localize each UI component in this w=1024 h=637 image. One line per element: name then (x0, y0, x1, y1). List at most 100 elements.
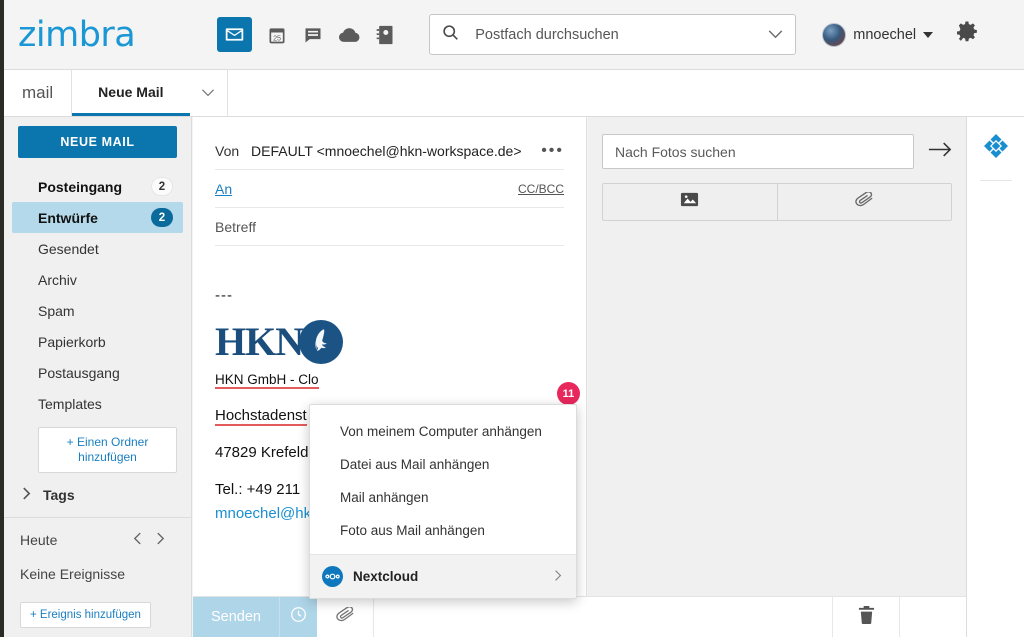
nextcloud-label: Nextcloud (353, 569, 419, 584)
nextcloud-icon (322, 566, 343, 587)
tags-section-toggle[interactable]: Tags (22, 487, 191, 503)
svg-text:25: 25 (273, 34, 281, 42)
folder-label: Postausgang (38, 364, 120, 381)
sidebar: NEUE MAIL Posteingang 2 Entwürfe 2 Gesen… (4, 117, 192, 637)
new-mail-button[interactable]: NEUE MAIL (18, 126, 177, 158)
top-header: zimbra 25 Postfach durchsuchen mnoechel (4, 0, 1024, 70)
sidebar-item-spam[interactable]: Spam (12, 295, 183, 326)
calendar-nav (133, 532, 165, 548)
trash-icon (858, 605, 875, 629)
photo-search-row (602, 134, 952, 169)
cloud-icon[interactable] (338, 24, 360, 46)
search-box[interactable] (429, 14, 797, 55)
sidebar-item-entwuerfe[interactable]: Entwürfe 2 (12, 202, 183, 233)
folder-label: Spam (38, 302, 75, 319)
folder-label: Posteingang (38, 178, 123, 195)
photo-search-box[interactable] (602, 134, 914, 169)
mail-icon[interactable] (217, 17, 253, 52)
attachment-count-badge: 11 (557, 382, 580, 405)
toolbar-end (900, 597, 966, 637)
chevron-down-icon[interactable] (923, 31, 934, 38)
user-name: mnoechel (853, 26, 917, 43)
hkn-bird-emblem-icon (299, 319, 344, 364)
subject-field[interactable]: Betreff (215, 208, 564, 246)
chevron-right-icon[interactable] (156, 532, 165, 548)
menu-item-attach-from-computer[interactable]: Von meinem Computer anhängen (310, 415, 576, 448)
user-menu[interactable]: mnoechel (822, 22, 934, 47)
tab-strip: mail Neue Mail (4, 70, 1024, 117)
paperclip-icon (335, 606, 355, 627)
avatar (822, 22, 847, 47)
hkn-wordmark: HKN (215, 319, 304, 364)
chevron-left-icon[interactable] (133, 532, 142, 548)
menu-item-nextcloud[interactable]: Nextcloud (310, 555, 576, 598)
search-icon (442, 24, 459, 46)
sidebar-item-gesendet[interactable]: Gesendet (12, 233, 183, 264)
to-label[interactable]: An (215, 181, 232, 197)
clock-icon (290, 606, 307, 628)
more-options-icon[interactable]: ••• (541, 142, 564, 160)
to-field[interactable]: An CC/BCC (215, 170, 564, 208)
zimlet-app-icon[interactable] (983, 133, 1009, 164)
chevron-right-icon (22, 487, 31, 503)
add-event-button[interactable]: + Ereignis hinzufügen (20, 602, 151, 628)
menu-item-attach-file-from-mail[interactable]: Datei aus Mail anhängen (310, 448, 576, 481)
folder-count-badge: 2 (151, 208, 173, 227)
sidebar-item-papierkorb[interactable]: Papierkorb (12, 326, 183, 357)
signature-logo: HKN (215, 318, 564, 365)
ccbcc-toggle[interactable]: CC/BCC (518, 182, 564, 196)
contacts-icon[interactable] (374, 24, 396, 46)
photo-panel (588, 117, 966, 637)
compose-toolbar: Senden (193, 596, 966, 637)
photo-search-input[interactable] (615, 143, 901, 160)
sidebar-item-postausgang[interactable]: Postausgang (12, 357, 183, 388)
tab-chevron-down-icon[interactable] (190, 70, 228, 116)
send-button[interactable]: Senden (193, 597, 279, 637)
delete-draft-button[interactable] (832, 597, 900, 637)
folder-count-badge: 2 (151, 177, 173, 196)
search-input[interactable] (475, 26, 769, 43)
folder-label: Entwürfe (38, 209, 98, 226)
tab-neue-mail[interactable]: Neue Mail (72, 70, 190, 116)
folder-label: Archiv (38, 271, 77, 288)
subject-placeholder: Betreff (215, 218, 256, 235)
from-field: Von DEFAULT <mnoechel@hkn-workspace.de> … (215, 132, 564, 170)
sidebar-item-templates[interactable]: Templates (12, 388, 183, 419)
attach-button[interactable] (317, 597, 374, 637)
folder-label: Templates (38, 395, 102, 412)
sidebar-item-archiv[interactable]: Archiv (12, 264, 183, 295)
calendar-icon[interactable]: 25 (266, 24, 288, 46)
arrow-right-icon[interactable] (928, 141, 952, 163)
signature-company: HKN GmbH - Clo (215, 372, 319, 389)
signature-separator: --- (215, 287, 233, 304)
menu-item-attach-photo-from-mail[interactable]: Foto aus Mail anhängen (310, 514, 576, 547)
folder-label: Gesendet (38, 240, 99, 257)
sidebar-item-posteingang[interactable]: Posteingang 2 (12, 171, 183, 202)
paperclip-icon (854, 191, 874, 212)
gear-icon[interactable] (955, 20, 979, 49)
image-icon (680, 190, 699, 214)
calendar-header: Heute (4, 518, 191, 548)
photo-tab[interactable] (603, 184, 777, 220)
zimbra-logo: zimbra (18, 14, 136, 55)
rail-divider (979, 180, 1012, 181)
from-value[interactable]: DEFAULT <mnoechel@hkn-workspace.de> (251, 143, 541, 159)
tags-label: Tags (43, 487, 75, 503)
zimbra-app-window: zimbra 25 Postfach durchsuchen mnoechel … (0, 0, 1024, 637)
app-label: mail (4, 70, 73, 116)
attachment-context-menu: Von meinem Computer anhängen Datei aus M… (309, 404, 577, 599)
app-switcher: 25 (217, 17, 396, 52)
chevron-down-icon[interactable] (768, 26, 783, 44)
photo-panel-tabs (602, 183, 952, 221)
zimlet-rail (966, 117, 1024, 637)
menu-item-attach-mail[interactable]: Mail anhängen (310, 481, 576, 514)
attachment-tab[interactable] (776, 184, 952, 220)
from-label: Von (215, 142, 240, 159)
chevron-right-icon (554, 569, 562, 585)
calendar-empty-text: Keine Ereignisse (20, 566, 126, 582)
folder-label: Papierkorb (38, 333, 106, 350)
add-folder-button[interactable]: + Einen Ordner hinzufügen (38, 427, 177, 473)
schedule-send-button[interactable] (279, 597, 317, 637)
chat-icon[interactable] (302, 24, 324, 46)
